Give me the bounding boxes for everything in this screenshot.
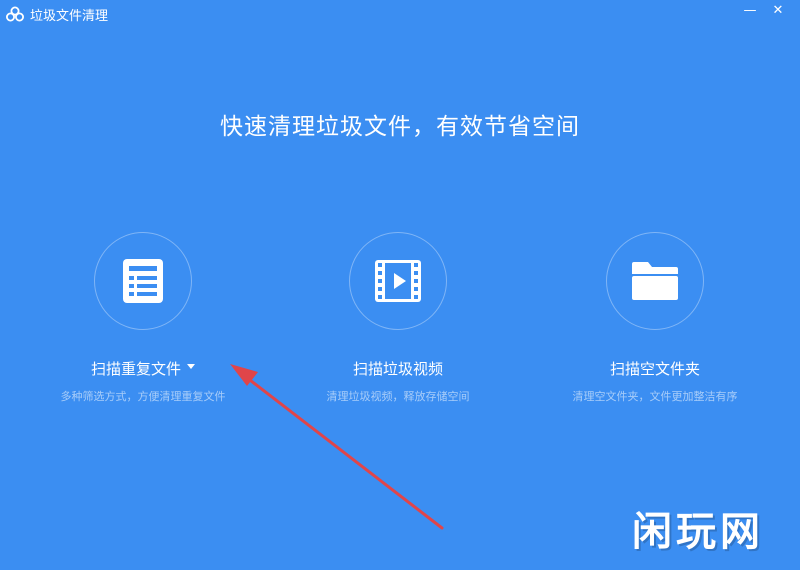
annotation-arrow	[230, 364, 444, 530]
app-window: 垃圾文件清理 — ✕ 快速清理垃圾文件，有效节省空间 扫描重复文件 多种筛选方式…	[0, 0, 800, 570]
watermark-text: 闲玩网	[632, 509, 764, 555]
watermark-logo: 闲玩网	[632, 493, 787, 555]
